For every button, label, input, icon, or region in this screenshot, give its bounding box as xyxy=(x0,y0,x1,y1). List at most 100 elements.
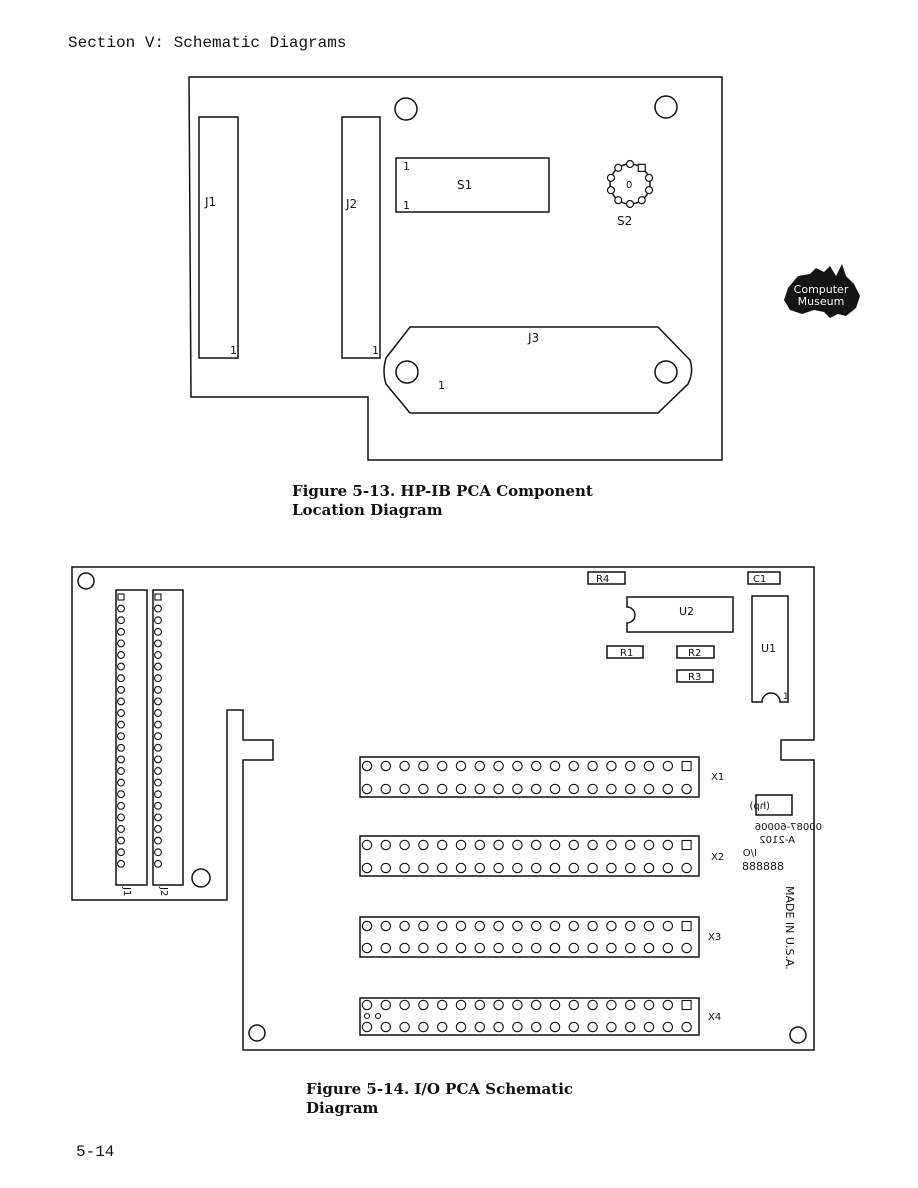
socket-pin xyxy=(530,920,542,932)
socket-pin xyxy=(493,839,504,851)
socket-pin xyxy=(474,839,486,851)
socket-pin xyxy=(512,839,523,851)
connector-pin xyxy=(154,697,162,706)
socket-pin xyxy=(399,783,410,795)
socket-pin xyxy=(662,760,674,772)
connector-pin xyxy=(154,732,162,741)
socket-pin xyxy=(374,1012,382,1020)
connector-pin xyxy=(117,697,125,706)
connector-pin xyxy=(154,604,162,613)
r4-label: R4 xyxy=(596,574,609,585)
socket-pin xyxy=(624,862,636,874)
socket-pin xyxy=(418,1021,429,1033)
socket-pin xyxy=(380,760,392,772)
connector-pin xyxy=(154,790,162,799)
connector-pin xyxy=(117,685,125,694)
socket-pin xyxy=(568,999,580,1011)
socket-pin xyxy=(662,862,674,874)
socket-pin xyxy=(530,942,542,954)
page-number: 5-14 xyxy=(76,1143,115,1161)
socket-pin xyxy=(361,942,373,954)
socket-pin xyxy=(662,783,674,795)
socket-pin xyxy=(363,1012,371,1020)
socket-pin xyxy=(624,999,636,1011)
connector-pin xyxy=(117,720,125,729)
connector-pin1-square xyxy=(154,593,162,601)
socket-pin xyxy=(455,760,467,772)
connector-pin xyxy=(154,801,162,810)
socket-pin xyxy=(418,760,429,772)
socket-pin xyxy=(606,862,617,874)
u2-label: U2 xyxy=(679,605,694,618)
connector-pin xyxy=(154,743,162,752)
socket-pin xyxy=(493,999,504,1011)
socket-pin xyxy=(474,783,486,795)
connector-pin xyxy=(154,662,162,671)
socket-pin xyxy=(549,1021,561,1033)
socket-pin xyxy=(549,942,561,954)
socket-pin xyxy=(530,999,542,1011)
connector-pin1-square xyxy=(117,593,125,601)
socket-pin xyxy=(512,760,523,772)
x1-label: X1 xyxy=(711,772,724,783)
mounting-hole xyxy=(248,1024,266,1042)
socket-pin xyxy=(568,839,580,851)
socket-pin xyxy=(624,839,636,851)
socket-pin xyxy=(512,1021,523,1033)
socket-pin xyxy=(643,920,655,932)
socket-pin xyxy=(568,783,580,795)
socket-pin1-square xyxy=(681,839,692,851)
socket-pin xyxy=(361,920,373,932)
connector-pin xyxy=(117,674,125,683)
connector-pin xyxy=(154,709,162,717)
c1-label: C1 xyxy=(753,574,766,585)
connector-pin xyxy=(154,825,162,833)
socket-pin xyxy=(662,920,674,932)
socket-pin xyxy=(436,942,448,954)
socket-pin xyxy=(643,783,655,795)
x3-label: X3 xyxy=(708,932,721,943)
connector-pin xyxy=(154,674,162,683)
socket-pin xyxy=(549,760,561,772)
connector-pin xyxy=(117,639,125,648)
socket-pin xyxy=(512,942,523,954)
socket-pin xyxy=(380,783,392,795)
x4-label: X4 xyxy=(708,1012,721,1023)
socket-pin xyxy=(361,999,373,1011)
socket-pin1-square xyxy=(681,999,692,1011)
socket-pin xyxy=(512,999,523,1011)
mounting-hole xyxy=(77,572,95,590)
board-origin: MADE IN U.S.A. xyxy=(783,886,796,970)
socket-pin xyxy=(530,783,542,795)
mounting-hole xyxy=(789,1026,807,1044)
socket-pin xyxy=(568,862,580,874)
socket-pin xyxy=(418,920,429,932)
socket-pin xyxy=(549,920,561,932)
connector-pin xyxy=(117,778,125,787)
socket-pin xyxy=(436,760,448,772)
socket-pin xyxy=(512,862,523,874)
socket-pin xyxy=(624,920,636,932)
j1-label: J1 xyxy=(121,886,132,896)
connector-pin xyxy=(117,825,125,833)
socket-pin xyxy=(587,942,598,954)
socket-pin xyxy=(455,920,467,932)
connector-pin xyxy=(154,720,162,729)
socket-pin1-square xyxy=(681,760,692,772)
board-name: I/O xyxy=(743,848,757,859)
connector-pin xyxy=(117,813,125,822)
connector-pin xyxy=(117,848,125,857)
socket-pin xyxy=(512,920,523,932)
socket-pin xyxy=(418,942,429,954)
connector-pin xyxy=(154,627,162,636)
socket-pin xyxy=(361,783,373,795)
connector-pin xyxy=(117,616,125,625)
socket-pin xyxy=(530,839,542,851)
j2-label: J2 xyxy=(158,886,169,896)
socket-pin xyxy=(380,942,392,954)
connector-pin xyxy=(117,790,125,799)
socket-pin xyxy=(512,783,523,795)
socket-pin xyxy=(436,999,448,1011)
figure-5-14-caption-line1: Figure 5-14. I/O PCA Schematic xyxy=(306,1080,574,1098)
socket-pin xyxy=(549,999,561,1011)
